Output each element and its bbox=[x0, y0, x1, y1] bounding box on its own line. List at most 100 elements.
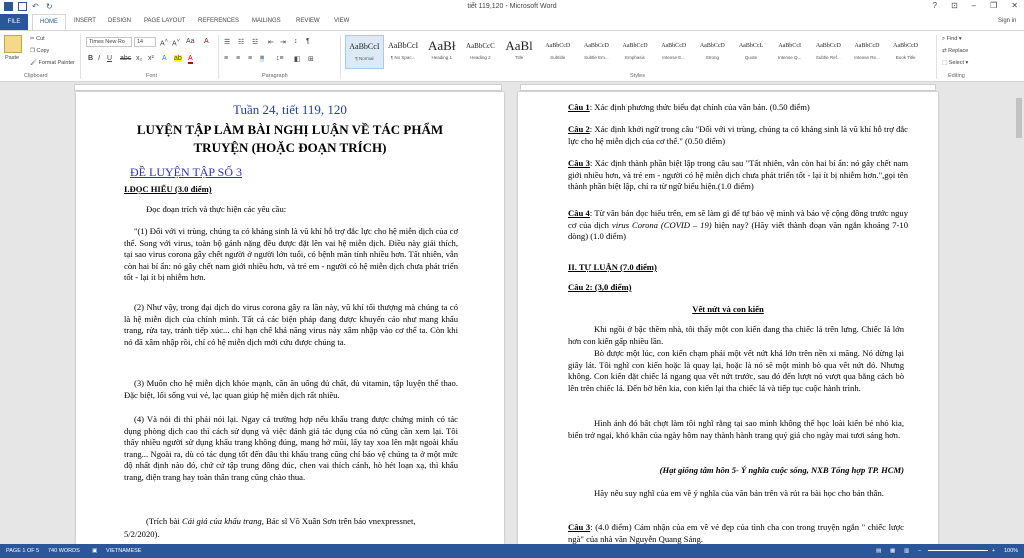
restore-button[interactable]: ❐ bbox=[990, 1, 997, 10]
style-item[interactable]: AaBbCcI ¶ Normal bbox=[345, 35, 384, 69]
style-item[interactable]: AaBbCcI Intense Q... bbox=[770, 35, 809, 69]
line-spacing-icon[interactable]: ↕≡ bbox=[276, 55, 284, 62]
page-count[interactable]: PAGE 1 OF 5 bbox=[6, 548, 39, 554]
tab-insert[interactable]: INSERT bbox=[74, 18, 96, 24]
ruler-left-page[interactable] bbox=[74, 84, 502, 91]
style-item[interactable]: AaBbCcD Strong bbox=[693, 35, 732, 69]
decrease-indent-icon[interactable]: ⇤ bbox=[268, 38, 274, 46]
sort-icon[interactable]: ↕ bbox=[294, 38, 298, 45]
styles-group-label: Styles bbox=[630, 73, 645, 79]
format-painter-button[interactable]: 🖌 Format Painter bbox=[30, 60, 75, 66]
story-title: Vết nứt và con kiến bbox=[692, 304, 764, 314]
style-item[interactable]: AaBbCcD Intense E... bbox=[654, 35, 693, 69]
ribbon-display-button[interactable]: ⊡ bbox=[951, 1, 958, 10]
tab-references[interactable]: REFERENCES bbox=[198, 18, 239, 24]
align-left-icon[interactable]: ≡ bbox=[224, 55, 228, 62]
font-color-icon[interactable]: A bbox=[188, 55, 193, 64]
style-item[interactable]: AaBbCcD Subtle Em... bbox=[577, 35, 616, 69]
tab-mailings[interactable]: MAILINGS bbox=[252, 18, 281, 24]
highlight-icon[interactable]: ab bbox=[174, 55, 182, 62]
document-page-2[interactable]: Câu 1: Xác định phương thức biểu đạt chí… bbox=[518, 92, 938, 544]
paste-button[interactable]: Paste bbox=[5, 55, 19, 61]
document-page-1[interactable]: Tuần 24, tiết 119, 120 LUYỆN TẬP LÀM BÀI… bbox=[76, 92, 504, 544]
replace-button[interactable]: ⇄ Replace bbox=[942, 48, 968, 54]
superscript-button[interactable]: x² bbox=[148, 55, 154, 62]
style-sample: AaBbCcI bbox=[778, 43, 801, 49]
style-item[interactable]: AaBbCcC Heading 2 bbox=[461, 35, 500, 69]
tab-design[interactable]: DESIGN bbox=[108, 18, 131, 24]
zoom-in-button[interactable]: + bbox=[992, 548, 995, 554]
main-heading-line2: TRUYỆN (HOẶC ĐOẠN TRÍCH) bbox=[193, 140, 387, 155]
paste-icon[interactable] bbox=[4, 35, 22, 53]
numbering-icon[interactable]: ☷ bbox=[238, 38, 244, 46]
align-right-icon[interactable]: ≡ bbox=[248, 55, 252, 62]
word-count[interactable]: 740 WORDS bbox=[48, 548, 80, 554]
proofing-icon[interactable]: ▣ bbox=[92, 548, 97, 554]
font-size-box[interactable]: 14 bbox=[134, 37, 156, 47]
style-item[interactable]: AaBbCcD Emphasis bbox=[616, 35, 655, 69]
style-item[interactable]: AaBł Heading 1 bbox=[422, 35, 461, 69]
style-sample: AaBl bbox=[505, 38, 533, 53]
print-layout-icon[interactable]: ▦ bbox=[890, 548, 895, 554]
tab-review[interactable]: REVIEW bbox=[296, 18, 320, 24]
bullets-icon[interactable]: ☰ bbox=[224, 38, 230, 46]
zoom-slider[interactable] bbox=[928, 550, 988, 551]
style-name: Heading 1 bbox=[431, 55, 453, 60]
style-sample: AaBł bbox=[428, 38, 456, 53]
justify-icon[interactable]: ≡ bbox=[260, 55, 265, 62]
tab-home[interactable]: HOME bbox=[32, 14, 66, 30]
style-item[interactable]: AaBbCcL Quote bbox=[732, 35, 771, 69]
paragraph-group-label: Paragraph bbox=[262, 73, 288, 79]
styles-gallery: AaBbCcI ¶ Normal AaBbCcI ¶ No Spac... AaBł He… bbox=[345, 35, 925, 69]
help-button[interactable]: ? bbox=[933, 1, 937, 10]
clear-format-icon[interactable]: A bbox=[204, 38, 209, 45]
style-item[interactable]: AaBbCcD Subtitle bbox=[538, 35, 577, 69]
style-item[interactable]: AaBbCcI ¶ No Spac... bbox=[384, 35, 423, 69]
tab-page-layout[interactable]: PAGE LAYOUT bbox=[144, 18, 185, 24]
underline-button[interactable]: U bbox=[107, 55, 112, 62]
cut-button[interactable]: ✂ Cut bbox=[30, 36, 45, 42]
show-formatting-icon[interactable]: ¶ bbox=[306, 38, 310, 45]
style-item[interactable]: AaBbCcD Subtle Ref... bbox=[809, 35, 848, 69]
essay-question-3: Câu 3: (4.0 điểm) Cảm nhận của em về vẻ … bbox=[568, 522, 904, 544]
subscript-button[interactable]: x₂ bbox=[136, 55, 142, 62]
close-button[interactable]: ✕ bbox=[1011, 1, 1018, 10]
web-layout-icon[interactable]: ▥ bbox=[904, 548, 909, 554]
ruler-right-page[interactable] bbox=[520, 84, 936, 91]
find-button[interactable]: ⌕ Find ▾ bbox=[942, 36, 962, 43]
align-center-icon[interactable]: ≡ bbox=[236, 55, 240, 62]
story-paragraph-1: Khi ngồi ở bậc thềm nhà, tôi thấy một co… bbox=[568, 324, 904, 346]
sign-in-link[interactable]: Sign in bbox=[998, 18, 1016, 24]
select-button[interactable]: ⬚ Select ▾ bbox=[942, 60, 968, 66]
increase-indent-icon[interactable]: ⇥ bbox=[280, 38, 286, 46]
style-item[interactable]: AaBbCcD Book Title bbox=[886, 35, 925, 69]
question-1: Câu 1: Xác định phương thức biểu đạt chí… bbox=[568, 102, 810, 112]
exercise-title: ĐỀ LUYỆN TẬP SỐ 3 bbox=[130, 165, 243, 179]
scrollbar-thumb[interactable] bbox=[1016, 98, 1022, 138]
multilevel-list-icon[interactable]: ☳ bbox=[252, 38, 258, 46]
strikethrough-button[interactable]: abc bbox=[120, 55, 131, 62]
font-name-box[interactable]: Times New Ro bbox=[86, 37, 132, 47]
italic-button[interactable]: I bbox=[98, 55, 100, 62]
bold-button[interactable]: B bbox=[88, 55, 93, 62]
shrink-font-icon[interactable]: A˅ bbox=[172, 38, 180, 47]
horizontal-ruler[interactable] bbox=[0, 82, 1024, 92]
language-indicator[interactable]: VIETNAMESE bbox=[106, 548, 141, 554]
lesson-title: Tuần 24, tiết 119, 120 bbox=[233, 102, 347, 117]
grow-font-icon[interactable]: A˄ bbox=[160, 38, 168, 47]
borders-icon[interactable]: ⊞ bbox=[308, 55, 314, 63]
shading-icon[interactable]: ◧ bbox=[294, 55, 301, 63]
copy-button[interactable]: ❐ Copy bbox=[30, 48, 49, 54]
zoom-level[interactable]: 100% bbox=[1004, 548, 1018, 554]
change-case-icon[interactable]: Aa bbox=[186, 38, 195, 45]
read-mode-icon[interactable]: ▤ bbox=[876, 548, 881, 554]
tab-view[interactable]: VIEW bbox=[334, 18, 349, 24]
style-sample: AaBbCcD bbox=[699, 43, 725, 49]
tab-file[interactable]: FILE bbox=[0, 14, 28, 30]
text-effects-icon[interactable]: A bbox=[162, 55, 167, 62]
vertical-scrollbar[interactable] bbox=[1014, 92, 1024, 544]
zoom-out-button[interactable]: − bbox=[918, 548, 921, 554]
style-item[interactable]: AaBl Title bbox=[500, 35, 539, 69]
style-item[interactable]: AaBbCcD Intense Re... bbox=[848, 35, 887, 69]
minimize-button[interactable]: – bbox=[972, 1, 976, 10]
